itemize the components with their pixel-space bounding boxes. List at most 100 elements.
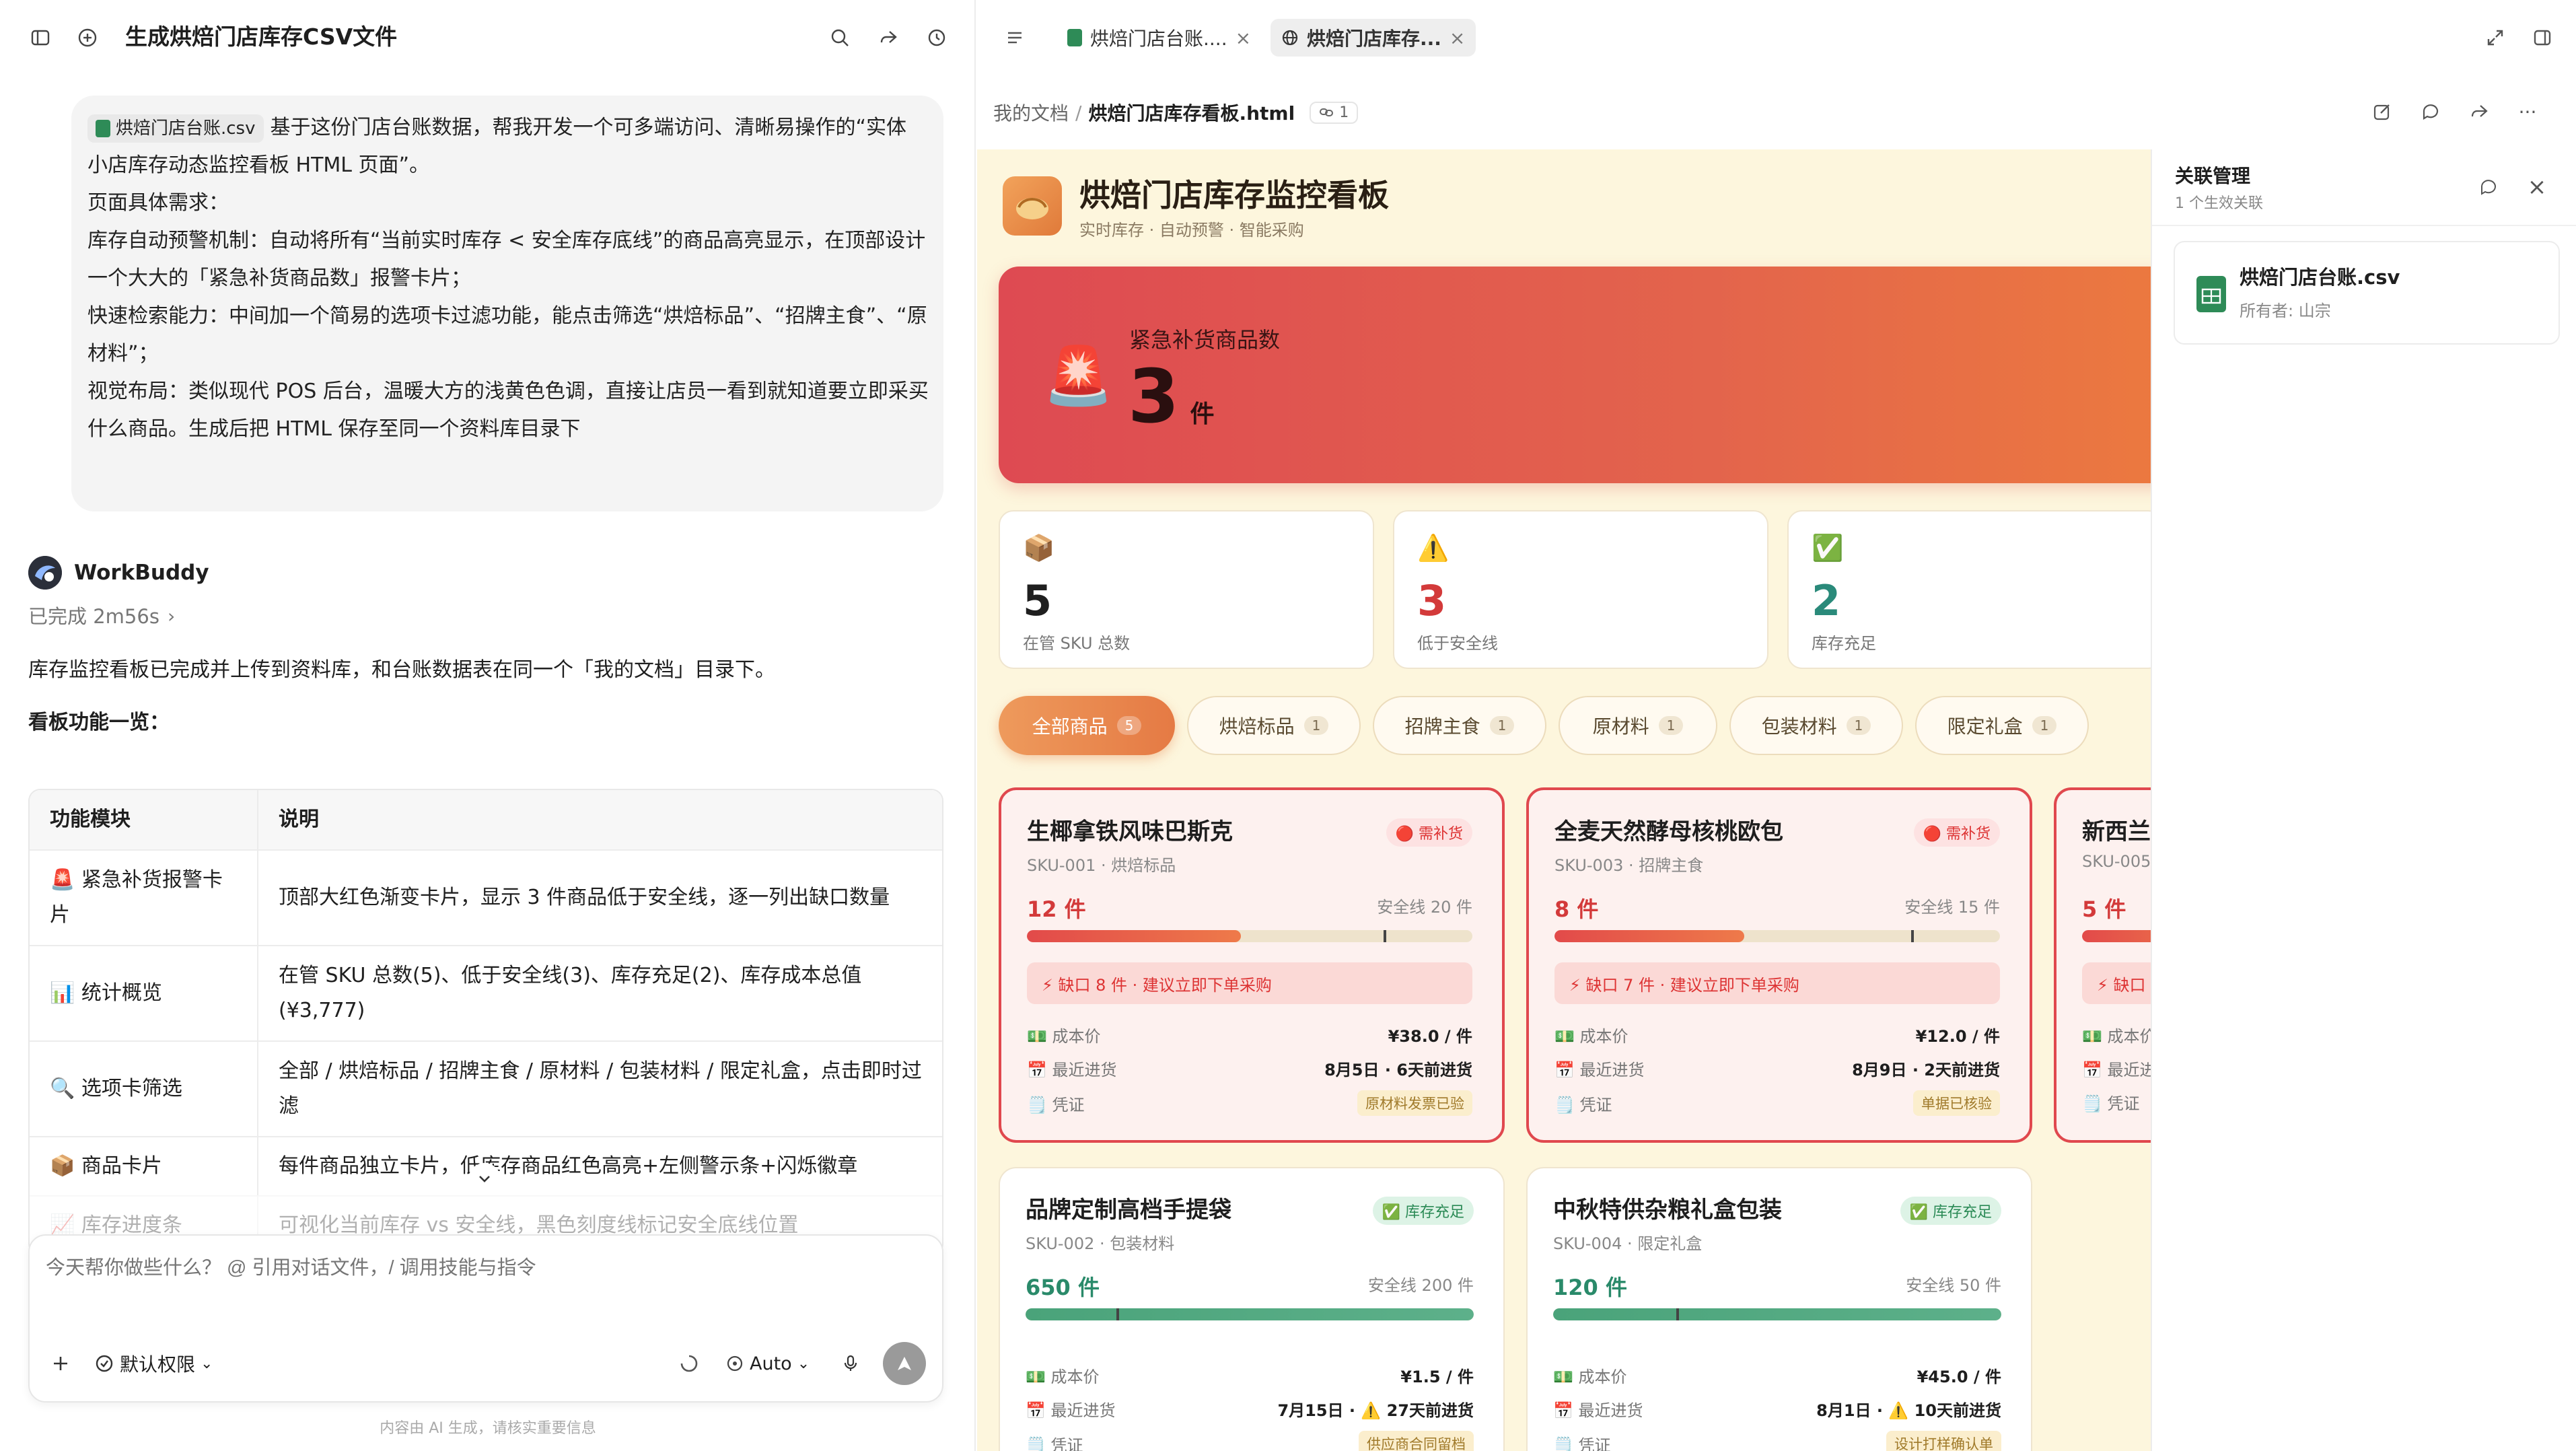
sidebar-toggle-icon[interactable]: [26, 23, 55, 52]
safety-marker: [1676, 1308, 1680, 1320]
filter-tab-bakery[interactable]: 烘焙标品 1: [1187, 696, 1361, 755]
comment-icon[interactable]: [2416, 97, 2445, 127]
dashboard-subtitle: 实时库存 · 自动预警 · 智能采购: [1079, 221, 1304, 240]
message-line: 快速检索能力：中间加一个简易的选项卡过滤功能，能点击筛选“烘焙标品”、“招牌主食…: [87, 304, 927, 328]
product-card[interactable]: 新西兰 SKU-005 5 件 ⚡ 缺口 💵 成本价 📅 最近进货 🗒️ 凭证: [2054, 787, 2151, 1143]
kpi-value: 5: [1023, 576, 1052, 625]
message-line: 库存自动预警机制：自动将所有“当前实时库存 < 安全库存底线”的商品高亮显示，在…: [87, 229, 926, 252]
new-chat-icon[interactable]: [73, 23, 102, 52]
spreadsheet-icon: [96, 119, 110, 137]
microphone-icon[interactable]: [836, 1349, 865, 1378]
share-icon[interactable]: [873, 23, 903, 52]
assistant-avatar: [28, 556, 62, 590]
voucher-label: 🗒️ 凭证: [1026, 1436, 1083, 1451]
product-name: 品牌定制高档手提袋: [1026, 1197, 1231, 1224]
cost-row: 💵 成本价 ¥45.0 / 件: [1553, 1364, 2001, 1387]
voucher-tag: 供应商合同留档: [1359, 1431, 1474, 1451]
table-cell: 🚨 紧急补货报警卡片: [30, 851, 258, 945]
expand-icon[interactable]: [2480, 23, 2510, 52]
product-card[interactable]: 生椰拿铁风味巴斯克 SKU-001 · 烘焙标品 🔴 需补货 12 件 安全线 …: [999, 787, 1505, 1143]
voucher-row: 🗒️ 凭证 设计打样确认单: [1553, 1431, 2001, 1451]
share-icon[interactable]: [2464, 97, 2494, 127]
filter-tab-packaging[interactable]: 包装材料 1: [1729, 696, 1903, 755]
spreadsheet-icon: [1067, 29, 1082, 46]
restock-value: 7月15日 · ⚠️ 27天前进货: [1277, 1401, 1474, 1420]
csv-file-chip[interactable]: 烘焙门店台账.csv: [87, 114, 264, 143]
kpi-label: 库存充足: [1812, 634, 1876, 653]
send-button[interactable]: [883, 1342, 926, 1385]
cost-label: 💵 成本价: [1553, 1368, 1627, 1386]
link-count-badge[interactable]: 1: [1310, 101, 1359, 124]
filter-tab-signature[interactable]: 招牌主食 1: [1373, 696, 1546, 755]
product-sku: SKU-001 · 烘焙标品: [1027, 856, 1176, 875]
breadcrumb-file: 烘焙门店库存看板.html: [1088, 102, 1295, 125]
more-icon[interactable]: ···: [2513, 97, 2542, 127]
close-icon[interactable]: ×: [2522, 172, 2552, 202]
breadcrumb: 我的文档 / 烘焙门店库存看板.html 1: [993, 96, 1359, 129]
voucher-label: 🗒️ 凭证: [2082, 1094, 2140, 1113]
tab-ledger-csv[interactable]: 烘焙门店台账.... ×: [1057, 19, 1262, 57]
filter-tab-all[interactable]: 全部商品 5: [999, 696, 1175, 755]
breadcrumb-root[interactable]: 我的文档: [993, 99, 1069, 126]
menu-icon[interactable]: [1000, 23, 1030, 52]
product-card[interactable]: 全麦天然酵母核桃欧包 SKU-003 · 招牌主食 🔴 需补货 8 件 安全线 …: [1526, 787, 2032, 1143]
restock-label: 📅 最近进货: [1553, 1401, 1643, 1420]
stock-qty: 8 件: [1554, 896, 1599, 922]
message-line: 页面具体需求：: [87, 191, 229, 215]
product-name: 全麦天然酵母核桃欧包: [1554, 818, 1783, 845]
close-icon[interactable]: ×: [1236, 27, 1251, 49]
table-header-row: 功能模块 说明: [30, 790, 942, 849]
cost-row: 💵 成本价: [2082, 1023, 2151, 1047]
add-attachment-icon[interactable]: [46, 1349, 75, 1378]
split-view-icon[interactable]: [2528, 23, 2557, 52]
history-icon[interactable]: [922, 23, 952, 52]
cost-value: ¥1.5 / 件: [1400, 1368, 1474, 1386]
search-icon[interactable]: [825, 23, 855, 52]
panel-title: 关联管理: [2175, 165, 2251, 187]
safety-marker: [1383, 930, 1386, 942]
safety-line: 安全线 15 件: [1904, 898, 2000, 917]
bread-logo: [1003, 176, 1062, 236]
safety-line: 安全线 20 件: [1377, 898, 1472, 917]
voucher-row: 🗒️ 凭证 原材料发票已验: [1027, 1090, 1472, 1116]
shield-check-icon: [94, 1353, 114, 1374]
voucher-label: 🗒️ 凭证: [1553, 1436, 1611, 1451]
product-sku: SKU-003 · 招牌主食: [1554, 856, 1704, 875]
linked-file-name: 烘焙门店台账.csv: [2240, 266, 2400, 289]
cost-label: 💵 成本价: [1026, 1368, 1100, 1386]
panel-divider: [2152, 225, 2576, 226]
filter-tab-gift[interactable]: 限定礼盒 1: [1915, 696, 2089, 755]
close-icon[interactable]: ×: [1450, 27, 1465, 49]
task-status[interactable]: 已完成 2m56s ›: [28, 602, 175, 631]
voucher-tag: 单据已核验: [1913, 1090, 2000, 1116]
kpi-label: 在管 SKU 总数: [1023, 634, 1131, 653]
feature-heading: 看板功能一览：: [28, 711, 170, 734]
composer-input[interactable]: [46, 1252, 921, 1306]
product-card[interactable]: 品牌定制高档手提袋 SKU-002 · 包装材料 ✅ 库存充足 650 件 安全…: [999, 1167, 1505, 1451]
safety-line: 安全线 200 件: [1367, 1276, 1474, 1295]
last-restock-row: 📅 最近进货 8月1日 · ⚠️ 10天前进货: [1553, 1397, 2001, 1421]
model-selector[interactable]: Auto ⌄: [725, 1349, 810, 1378]
last-restock-row: 📅 最近进货 8月9日 · 2天前进货: [1554, 1057, 2000, 1080]
comment-icon[interactable]: [2474, 172, 2503, 202]
table-cell: 在管 SKU 总数(5)、低于安全线(3)、库存充足(2)、库存成本总值(¥3,…: [279, 964, 862, 1022]
kpi-card-sufficient: ✅ 2 库存充足: [1787, 510, 2151, 669]
restock-value: 8月5日 · 6天前进货: [1324, 1061, 1472, 1080]
product-sku: SKU-002 · 包装材料: [1026, 1234, 1175, 1253]
scroll-down-icon[interactable]: [468, 1163, 501, 1195]
edit-icon[interactable]: [2367, 97, 2397, 127]
stock-progress-bar: [1026, 1308, 1474, 1320]
stock-progress-bar: [1553, 1308, 2001, 1320]
product-sku: SKU-004 · 限定礼盒: [1553, 1234, 1703, 1253]
table-cell: 📦 商品卡片: [30, 1137, 258, 1195]
tab-dashboard-html[interactable]: 烘焙门店库存... ×: [1271, 19, 1476, 57]
cost-value: ¥12.0 / 件: [1915, 1027, 2000, 1046]
breadcrumb-separator: /: [1075, 101, 1082, 124]
voucher-label: 🗒️ 凭证: [1027, 1095, 1085, 1114]
product-card[interactable]: 中秋特供杂粮礼盒包装 SKU-004 · 限定礼盒 ✅ 库存充足 120 件 安…: [1526, 1167, 2032, 1451]
table-header: 功能模块: [30, 790, 258, 849]
filter-tab-raw[interactable]: 原材料 1: [1559, 696, 1717, 755]
table-cell: 顶部大红色渐变卡片，显示 3 件商品低于安全线，逐一列出缺口数量: [279, 886, 890, 909]
linked-file-card[interactable]: 烘焙门店台账.csv 所有者: 山宗: [2174, 241, 2560, 345]
permission-selector[interactable]: 默认权限 ⌄: [94, 1349, 213, 1378]
